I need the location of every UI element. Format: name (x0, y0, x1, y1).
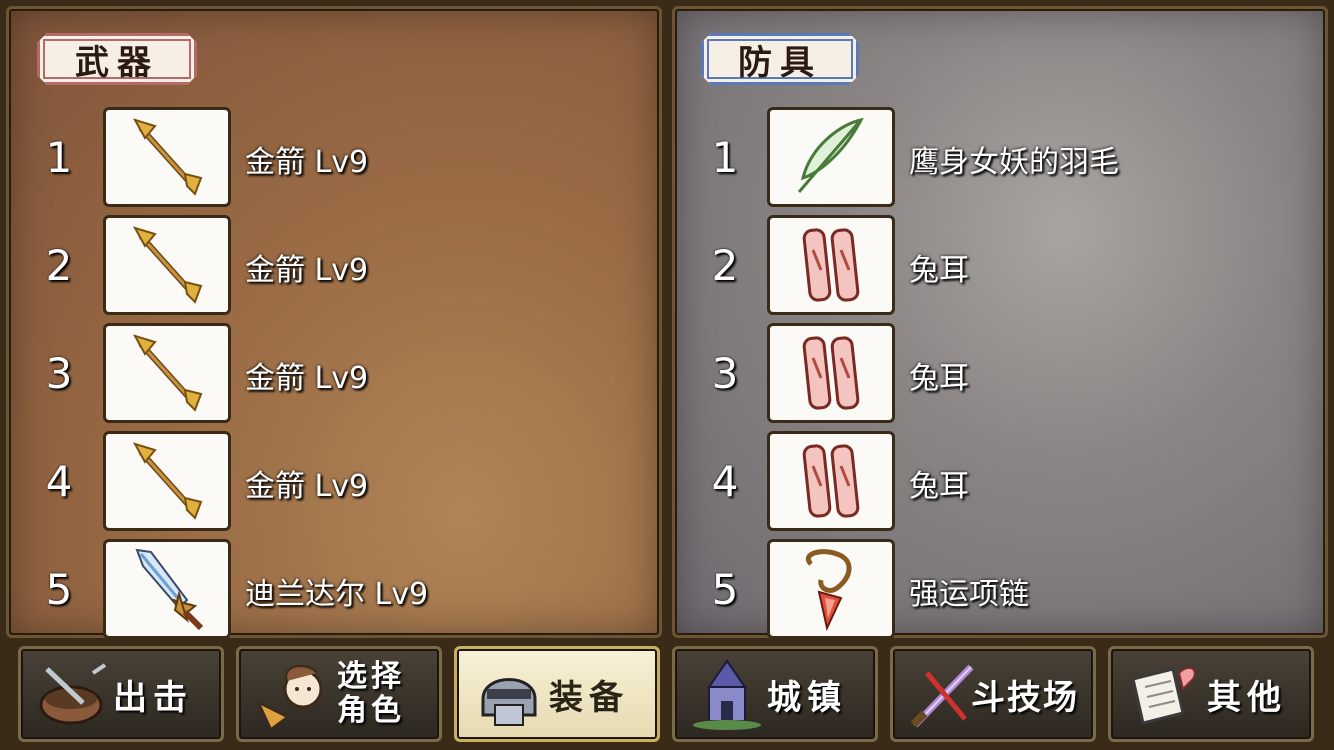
select-character-button[interactable]: 选择 角色 (236, 646, 442, 742)
select-character-label: 选择 角色 (337, 649, 405, 739)
select-character-line2: 角色 (337, 693, 405, 728)
durandal-sword-icon (103, 539, 231, 639)
golden-arrow-icon (103, 215, 231, 315)
weapon-name: 金箭 Lv9 (245, 361, 369, 396)
bunny-ears-icon (767, 431, 895, 531)
armor-slot-1[interactable]: 1 鹰身女妖的羽毛 (675, 107, 1325, 207)
slot-number: 2 (45, 241, 73, 290)
other-label: 其他 (1207, 677, 1287, 718)
weapon-slot-4[interactable]: 4 金箭 Lv9 (9, 431, 659, 531)
armor-panel: 防具 1 鹰身女妖的羽毛 2 兔耳 3 兔耳 4 兔耳 5 强运项链 (672, 6, 1328, 639)
town-label: 城镇 (767, 677, 847, 718)
armor-name: 鹰身女妖的羽毛 (909, 145, 1119, 180)
weapons-header: 武器 (37, 33, 197, 85)
bunny-ears-icon (767, 215, 895, 315)
arena-button[interactable]: 斗技场 (890, 646, 1096, 742)
slot-number: 5 (711, 565, 739, 614)
slot-number: 4 (45, 457, 73, 506)
slot-number: 3 (45, 349, 73, 398)
other-button[interactable]: 其他 (1108, 646, 1314, 742)
golden-arrow-icon (103, 107, 231, 207)
weapon-slot-1[interactable]: 1 金箭 Lv9 (9, 107, 659, 207)
lucky-necklace-icon (767, 539, 895, 639)
golden-arrow-icon (103, 323, 231, 423)
harpy-feather-icon (767, 107, 895, 207)
armor-slot-3[interactable]: 3 兔耳 (675, 323, 1325, 423)
slot-number: 5 (45, 565, 73, 614)
town-icon (687, 659, 767, 731)
weapons-panel: 武器 1 金箭 Lv9 2 金箭 Lv9 3 金箭 Lv9 4 金箭 Lv9 5… (6, 6, 662, 639)
weapon-name: 金箭 Lv9 (245, 469, 369, 504)
character-icon (251, 659, 331, 731)
slot-number: 1 (45, 133, 73, 182)
armor-slot-4[interactable]: 4 兔耳 (675, 431, 1325, 531)
slot-number: 1 (711, 133, 739, 182)
armor-slot-2[interactable]: 2 兔耳 (675, 215, 1325, 315)
armor-header: 防具 (701, 33, 859, 85)
equipment-label: 装备 (549, 677, 629, 718)
weapon-name: 金箭 Lv9 (245, 253, 369, 288)
armor-name: 兔耳 (909, 253, 969, 288)
sortie-label: 出击 (113, 677, 193, 718)
armor-name: 兔耳 (909, 469, 969, 504)
armor-slot-5[interactable]: 5 强运项链 (675, 539, 1325, 639)
slot-number: 2 (711, 241, 739, 290)
weapon-name: 金箭 Lv9 (245, 145, 369, 180)
weapon-slot-5[interactable]: 5 迪兰达尔 Lv9 (9, 539, 659, 639)
equipment-button[interactable]: 装备 (454, 646, 660, 742)
armor-name: 强运项链 (909, 577, 1029, 612)
bunny-ears-icon (767, 323, 895, 423)
select-character-line1: 选择 (337, 659, 405, 694)
armor-helmet-icon (469, 659, 549, 731)
arena-label: 斗技场 (971, 677, 1079, 718)
scroll-icon (1123, 659, 1203, 731)
golden-arrow-icon (103, 431, 231, 531)
weapon-name: 迪兰达尔 Lv9 (245, 577, 429, 612)
sortie-bowl-icon (33, 659, 113, 731)
weapon-slot-3[interactable]: 3 金箭 Lv9 (9, 323, 659, 423)
weapon-slot-2[interactable]: 2 金箭 Lv9 (9, 215, 659, 315)
sortie-button[interactable]: 出击 (18, 646, 224, 742)
armor-name: 兔耳 (909, 361, 969, 396)
slot-number: 3 (711, 349, 739, 398)
town-button[interactable]: 城镇 (672, 646, 878, 742)
slot-number: 4 (711, 457, 739, 506)
